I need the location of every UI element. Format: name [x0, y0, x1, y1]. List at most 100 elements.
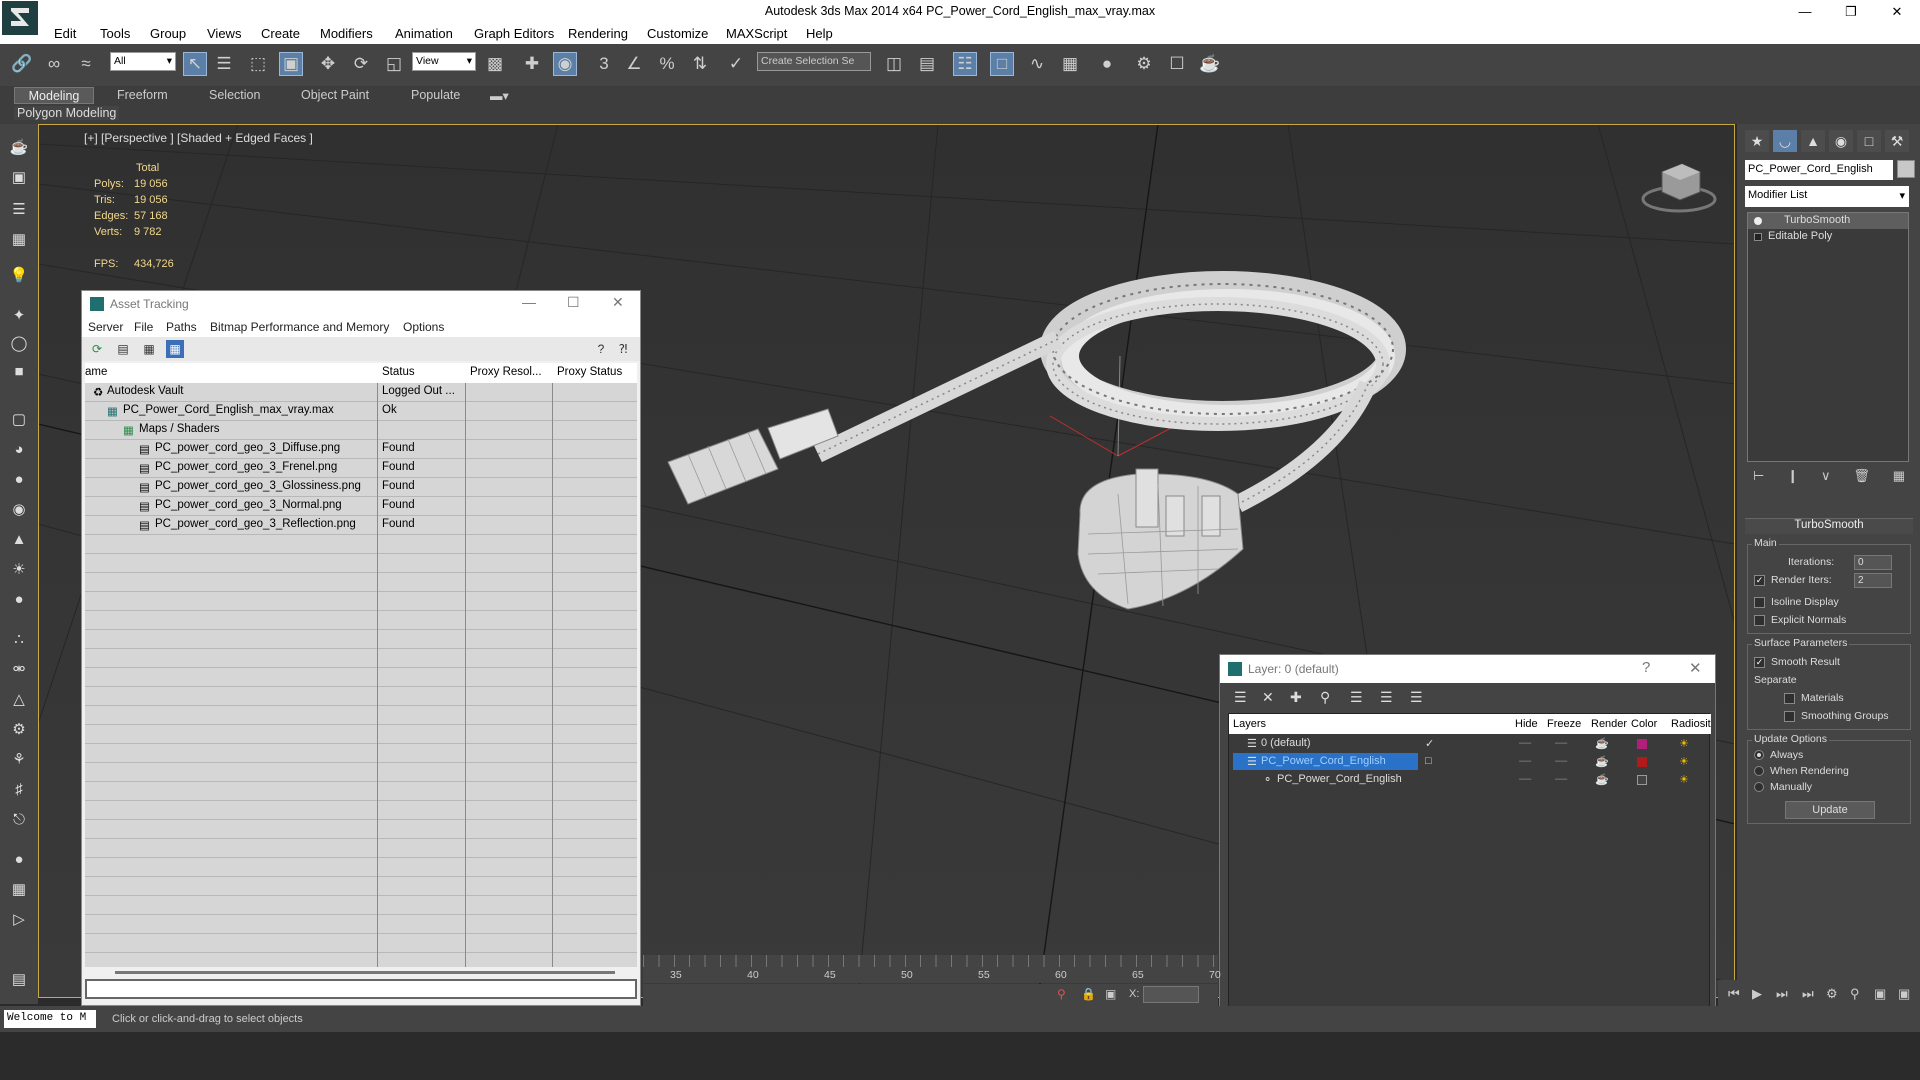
teapot-icon[interactable]: ☕ — [7, 136, 31, 158]
curve-editor-icon[interactable]: ∿ — [1025, 52, 1049, 76]
rotate-icon[interactable]: ⟳ — [349, 52, 373, 76]
highlight-selected-icon[interactable]: ☰ — [1350, 689, 1363, 706]
table-row[interactable]: ▤ PC_power_cord_geo_3_Frenel.png Found — [85, 459, 637, 478]
materials-checkbox[interactable] — [1784, 692, 1795, 704]
torus-icon[interactable]: ◉ — [7, 498, 31, 520]
ref-coord-dropdown[interactable]: View ▾ — [412, 52, 476, 71]
when-rendering-radio[interactable] — [1754, 766, 1764, 776]
layer-row[interactable]: ☰ PC_Power_Cord_English □ –– –– ☕ ☀ — [1229, 753, 1711, 771]
table-row[interactable]: ▦ Maps / Shaders — [85, 421, 637, 440]
link-icon[interactable]: 🔗 — [10, 52, 34, 76]
tab-populate[interactable]: Populate — [407, 87, 464, 104]
go-to-start-icon[interactable]: ⏮ — [1728, 986, 1740, 1002]
smoothing-groups-checkbox[interactable] — [1784, 710, 1795, 722]
menu-tools[interactable]: Tools — [100, 26, 130, 41]
minimize-icon[interactable]: — — [522, 294, 536, 310]
radiosity-icon[interactable]: ☀ — [1679, 755, 1689, 768]
next-frame-icon[interactable]: ⏭ — [1776, 986, 1788, 1002]
polygon-modeling-label[interactable]: Polygon Modeling — [14, 106, 120, 120]
move-icon[interactable]: ✥ — [316, 52, 340, 76]
save-icon[interactable]: ▤ — [7, 968, 31, 990]
script-icon[interactable]: ▦ — [7, 878, 31, 900]
object-color-swatch[interactable] — [1897, 160, 1915, 178]
menu-animation[interactable]: Animation — [395, 26, 453, 41]
make-unique-icon[interactable]: ∨ — [1821, 468, 1831, 488]
list-icon[interactable]: ☰ — [7, 198, 31, 220]
spinner-snap-icon[interactable]: ⇅ — [688, 52, 712, 76]
teapot-icon[interactable]: ☕ — [1595, 737, 1609, 750]
help-alt-icon[interactable]: ⁈ — [614, 340, 632, 358]
tab-freeform[interactable]: Freeform — [113, 87, 172, 104]
display-tab-icon[interactable]: □ — [1857, 130, 1881, 152]
render-production-icon[interactable]: ☕ — [1198, 52, 1222, 76]
select-by-name-icon[interactable]: ☰ — [212, 52, 236, 76]
layer-row[interactable]: ☰ 0 (default) ✓ –– –– ☕ ☀ — [1229, 735, 1711, 753]
plant-icon[interactable]: ⚘ — [7, 748, 31, 770]
layer-row[interactable]: ⚬ PC_Power_Cord_English –– –– ☕ ☀ — [1229, 771, 1711, 789]
layer-color-swatch[interactable] — [1637, 757, 1647, 767]
tool-icon-2[interactable]: ◯ — [7, 332, 31, 354]
mirror-icon[interactable]: ◫ — [882, 52, 906, 76]
add-to-layer-icon[interactable]: ✚ — [1290, 689, 1302, 706]
hide-toggle[interactable]: –– — [1519, 737, 1531, 749]
percent-snap-icon[interactable]: % — [655, 52, 679, 76]
layer-color-swatch[interactable] — [1637, 739, 1647, 749]
stack-item-turbosmooth[interactable]: TurboSmooth — [1748, 213, 1908, 229]
always-radio[interactable] — [1754, 750, 1764, 760]
go-to-end-icon[interactable]: ⏭ — [1802, 986, 1814, 1002]
hf-icon[interactable]: ♯ — [7, 778, 31, 800]
scale-icon[interactable]: ◱ — [382, 52, 406, 76]
menu-create[interactable]: Create — [261, 26, 300, 41]
menu-edit[interactable]: Edit — [54, 26, 76, 41]
stack-item-editable-poly[interactable]: Editable Poly — [1748, 229, 1908, 245]
viewport-label[interactable]: [+] [Perspective ] [Shaded + Edged Faces… — [84, 131, 313, 145]
tab-modeling[interactable]: Modeling — [14, 87, 94, 104]
hide-toggle[interactable]: –– — [1519, 773, 1531, 785]
table-row[interactable]: ▦ PC_Power_Cord_English_max_vray.max Ok — [85, 402, 637, 421]
modify-tab-icon[interactable]: ◡ — [1773, 130, 1797, 152]
freeze-all-icon[interactable]: ☰ — [1410, 689, 1423, 706]
explicit-normals-checkbox[interactable] — [1754, 614, 1765, 626]
close-icon[interactable]: ✕ — [1689, 659, 1702, 677]
ribbon-toggle-icon[interactable]: □ — [990, 52, 1014, 76]
radiosity-icon[interactable]: ☀ — [1679, 737, 1689, 750]
spiral-icon[interactable]: ⎋ — [7, 808, 31, 830]
menu-bitmap-performance[interactable]: Bitmap Performance and Memory — [210, 320, 389, 334]
teapot-icon[interactable]: ☕ — [1595, 755, 1609, 768]
render-iters-checkbox[interactable]: ✓ — [1754, 574, 1765, 586]
expand-icon[interactable]: ▷ — [7, 908, 31, 930]
menu-help[interactable]: Help — [806, 26, 833, 41]
modifier-list-dropdown[interactable]: Modifier List ▾ — [1745, 186, 1909, 207]
table-row[interactable]: ▤ PC_power_cord_geo_3_Normal.png Found — [85, 497, 637, 516]
help-icon[interactable]: ? — [592, 340, 610, 358]
maxscript-listener[interactable]: Welcome to M — [4, 1010, 96, 1028]
ribbon-options-icon[interactable]: ▬▾ — [486, 87, 513, 104]
molecule-icon[interactable]: ⚮ — [7, 658, 31, 680]
select-object-icon[interactable]: ↖ — [183, 52, 207, 76]
camera-icon[interactable]: ▣ — [7, 166, 31, 188]
window-crossing-icon[interactable]: ▣ — [279, 52, 303, 76]
smooth-result-checkbox[interactable]: ✓ — [1754, 656, 1765, 668]
update-button[interactable]: Update — [1785, 801, 1875, 819]
close-icon[interactable]: ✕ — [1874, 0, 1920, 23]
x-coordinate-field[interactable] — [1143, 986, 1199, 1003]
horizontal-scrollbar[interactable] — [115, 971, 615, 974]
col-name[interactable]: ame — [85, 366, 107, 378]
menu-graph-editors[interactable]: Graph Editors — [474, 26, 554, 41]
menu-file[interactable]: File — [134, 320, 153, 334]
delete-layer-icon[interactable]: ✕ — [1262, 689, 1274, 706]
layer-color-swatch[interactable] — [1637, 775, 1647, 785]
zoom-icon[interactable]: ⚲ — [1850, 986, 1860, 1002]
unlink-icon[interactable]: ∞ — [42, 52, 66, 76]
menu-rendering[interactable]: Rendering — [568, 26, 628, 41]
sun-icon[interactable]: ☀ — [7, 558, 31, 580]
align-icon[interactable]: ▤ — [915, 52, 939, 76]
zoom-all-icon[interactable]: ▣ — [1874, 986, 1886, 1002]
table-row[interactable]: ▤ PC_power_cord_geo_3_Diffuse.png Found — [85, 440, 637, 459]
menu-group[interactable]: Group — [150, 26, 186, 41]
hierarchy-tab-icon[interactable]: ▲ — [1801, 130, 1825, 152]
layer-manager-titlebar[interactable]: Layer: 0 (default) ? ✕ — [1220, 655, 1715, 683]
select-highlighted-icon[interactable]: ⚲ — [1320, 689, 1330, 706]
cone-icon[interactable]: ▲ — [7, 528, 31, 550]
hemisphere-icon[interactable]: ◕ — [7, 438, 31, 460]
